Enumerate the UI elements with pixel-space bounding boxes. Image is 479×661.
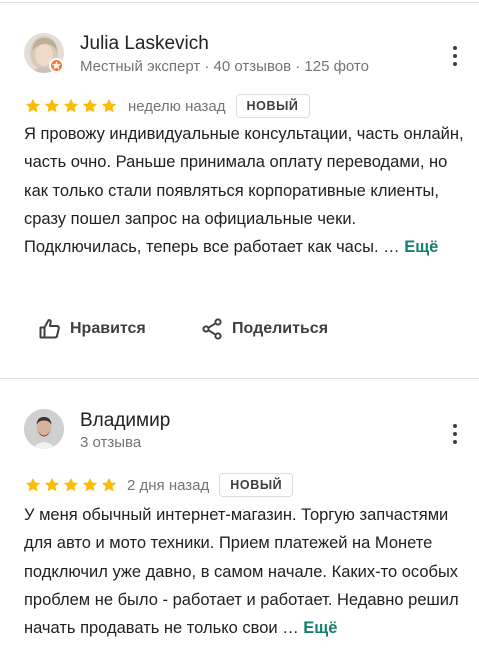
- star-icon: [44, 477, 60, 492]
- more-vert-icon[interactable]: [449, 44, 461, 68]
- star-icon: [101, 477, 117, 492]
- rating-row: 2 дня назад НОВЫЙ: [24, 473, 294, 497]
- read-more-link[interactable]: Ещё: [404, 238, 438, 256]
- author-name[interactable]: Julia Laskevich: [80, 33, 209, 55]
- review-date: неделю назад: [128, 97, 226, 115]
- read-more-link[interactable]: Ещё: [303, 619, 337, 637]
- thumb-up-icon: [39, 319, 60, 339]
- local-guide-badge-icon: [49, 58, 64, 73]
- author-meta: Местный эксперт · 40 отзывов · 125 фото: [80, 58, 369, 75]
- review-text: У меня обычный интернет-магазин. Торгую …: [24, 501, 469, 642]
- review-actions: Нравится Поделиться: [0, 317, 479, 343]
- star-icon: [101, 98, 117, 113]
- like-label: Нравится: [70, 320, 146, 337]
- share-label: Поделиться: [232, 320, 329, 337]
- like-button[interactable]: Нравится: [38, 317, 146, 341]
- review-divider: [0, 378, 479, 379]
- star-rating: [24, 476, 118, 494]
- author-meta: 3 отзыва: [80, 434, 142, 451]
- rating-row: неделю назад НОВЫЙ: [24, 94, 310, 118]
- star-icon: [25, 98, 41, 113]
- star-icon: [63, 98, 79, 113]
- share-button[interactable]: Поделиться: [200, 317, 328, 341]
- review-text-content: Я провожу индивидуальные консультации, ч…: [24, 125, 464, 257]
- share-icon: [202, 318, 222, 340]
- star-icon: [44, 98, 60, 113]
- avatar[interactable]: [24, 409, 64, 449]
- new-badge: НОВЫЙ: [235, 94, 310, 118]
- star-rating: [24, 97, 118, 115]
- star-icon: [25, 477, 41, 492]
- star-icon: [63, 477, 79, 492]
- review-text: Я провожу индивидуальные консультации, ч…: [24, 120, 469, 261]
- top-divider: [0, 2, 479, 3]
- star-icon: [82, 477, 98, 492]
- more-vert-icon[interactable]: [449, 422, 461, 446]
- author-name[interactable]: Владимир: [80, 410, 170, 432]
- star-icon: [82, 98, 98, 113]
- new-badge: НОВЫЙ: [219, 473, 294, 497]
- review-date: 2 дня назад: [127, 476, 210, 494]
- review-text-content: У меня обычный интернет-магазин. Торгую …: [24, 506, 459, 638]
